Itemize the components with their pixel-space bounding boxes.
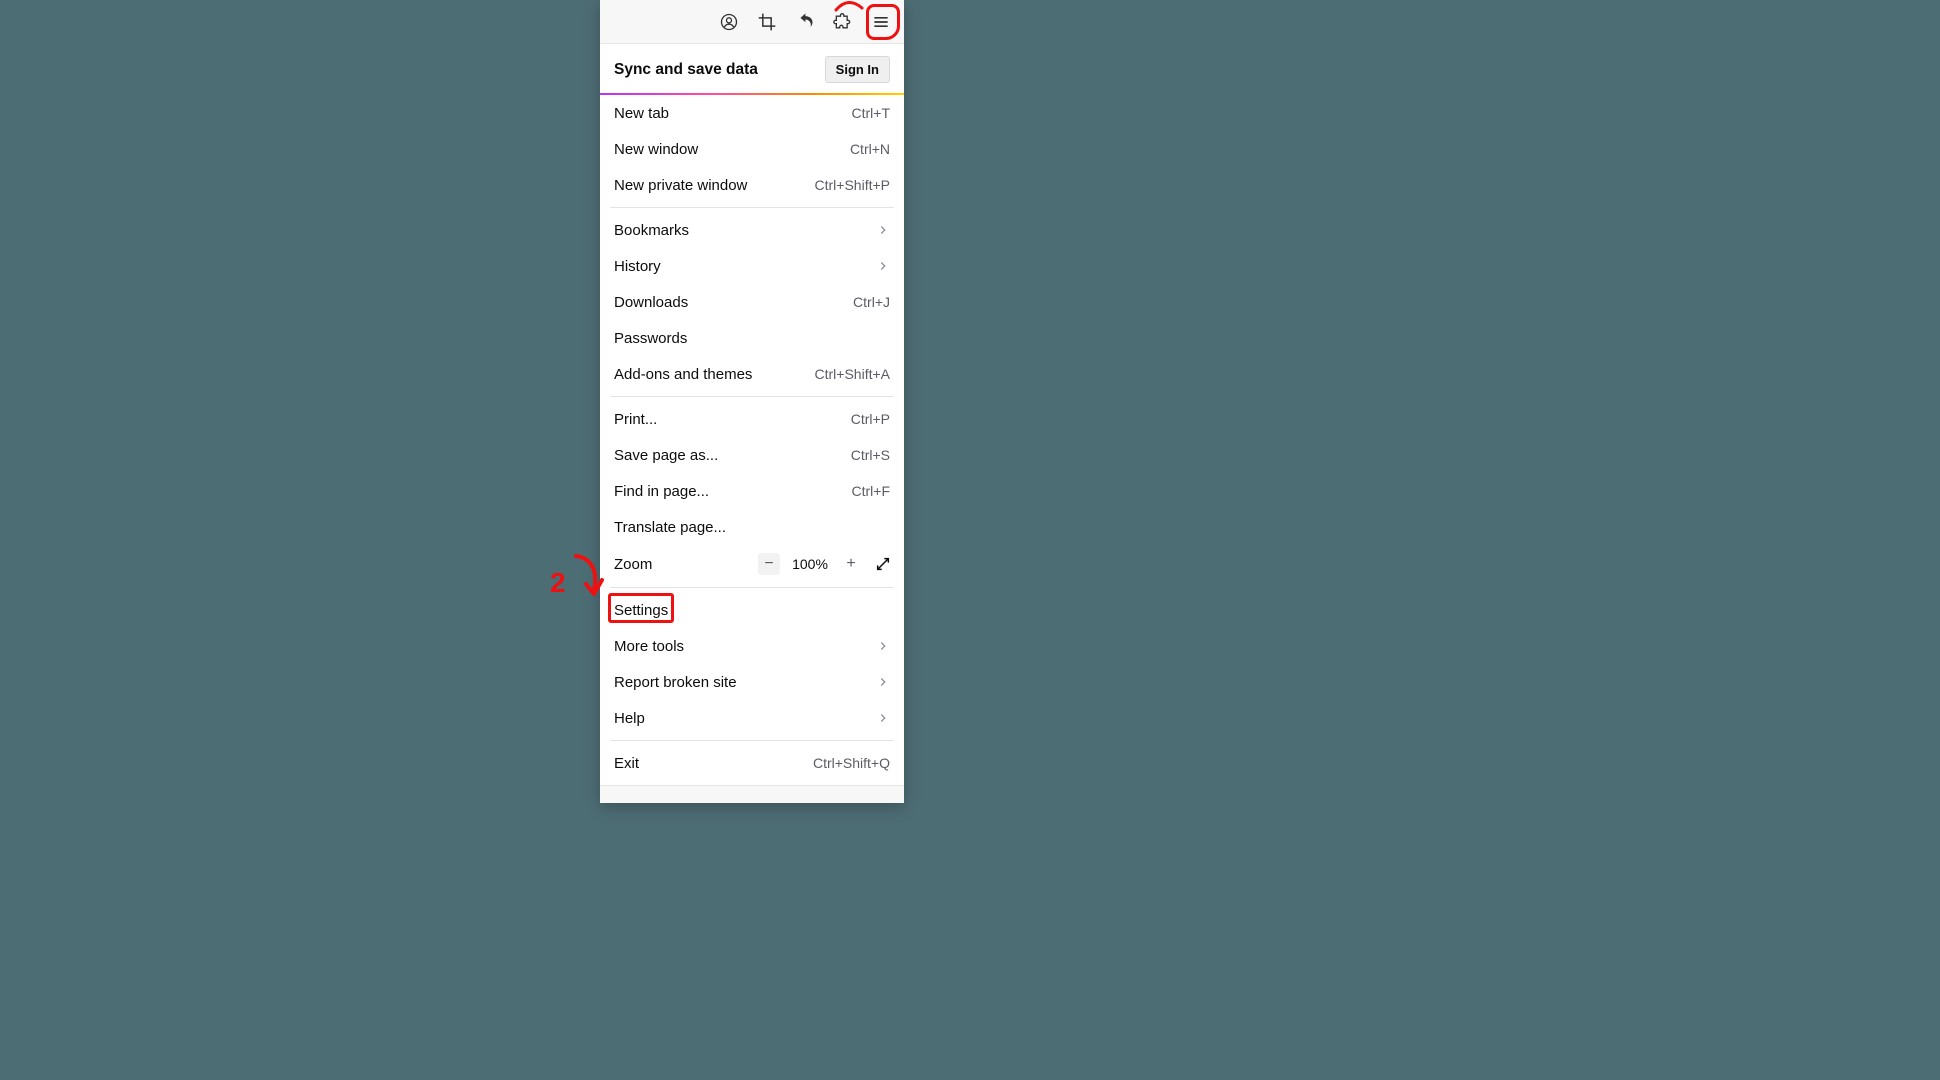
menu-item-shortcut: Ctrl+S [851, 447, 890, 463]
menu-item-downloads[interactable]: Downloads Ctrl+J [600, 284, 904, 320]
menu-item-more-tools[interactable]: More tools [600, 628, 904, 664]
chevron-right-icon [876, 223, 890, 237]
menu-item-shortcut: Ctrl+Shift+A [815, 366, 890, 382]
browser-menu-panel: Sync and save data Sign In New tab Ctrl+… [600, 0, 904, 803]
zoom-out-button[interactable]: − [758, 553, 780, 575]
zoom-label: Zoom [614, 556, 758, 573]
menu-item-label: New window [614, 141, 850, 158]
fullscreen-button[interactable] [872, 553, 894, 575]
menu-item-shortcut: Ctrl+F [852, 483, 891, 499]
chevron-right-icon [876, 259, 890, 273]
menu-item-new-private-window[interactable]: New private window Ctrl+Shift+P [600, 167, 904, 203]
menu-item-shortcut: Ctrl+Shift+Q [813, 755, 890, 771]
panel-footer [600, 785, 904, 803]
menu-item-label: Add-ons and themes [614, 366, 815, 383]
menu-item-help[interactable]: Help [600, 700, 904, 736]
menu-item-shortcut: Ctrl+T [852, 105, 891, 121]
chevron-right-icon [876, 711, 890, 725]
menu-item-label: Exit [614, 755, 813, 772]
menu-item-zoom: Zoom − 100% + [600, 545, 904, 583]
crop-icon[interactable] [756, 11, 778, 33]
chevron-right-icon [876, 639, 890, 653]
account-icon[interactable] [718, 11, 740, 33]
menu-item-label: Passwords [614, 330, 890, 347]
menu-item-save-page-as[interactable]: Save page as... Ctrl+S [600, 437, 904, 473]
separator [610, 396, 894, 397]
menu-item-passwords[interactable]: Passwords [600, 320, 904, 356]
menu-item-translate-page[interactable]: Translate page... [600, 509, 904, 545]
menu-item-label: New private window [614, 177, 815, 194]
menu-item-shortcut: Ctrl+N [850, 141, 890, 157]
menu-item-new-tab[interactable]: New tab Ctrl+T [600, 95, 904, 131]
menu-item-bookmarks[interactable]: Bookmarks [600, 212, 904, 248]
zoom-controls: − 100% + [758, 553, 894, 575]
menu-item-addons[interactable]: Add-ons and themes Ctrl+Shift+A [600, 356, 904, 392]
menu-item-shortcut: Ctrl+Shift+P [815, 177, 890, 193]
toolbar [600, 0, 904, 44]
menu-item-label: Bookmarks [614, 222, 876, 239]
menu-item-history[interactable]: History [600, 248, 904, 284]
hamburger-menu-icon[interactable] [870, 11, 892, 33]
sync-row: Sync and save data Sign In [600, 44, 904, 93]
annotation-step-number: 2 [550, 567, 566, 598]
menu-item-settings[interactable]: Settings [600, 592, 904, 628]
menu-item-label: New tab [614, 105, 852, 122]
menu-item-label: More tools [614, 638, 876, 655]
menu-item-print[interactable]: Print... Ctrl+P [600, 401, 904, 437]
undo-icon[interactable] [794, 11, 816, 33]
separator [610, 207, 894, 208]
menu-item-report-broken-site[interactable]: Report broken site [600, 664, 904, 700]
separator [610, 587, 894, 588]
menu-item-label: Translate page... [614, 519, 890, 536]
annotation-step-2-arrow: 2 [546, 548, 608, 610]
zoom-in-button[interactable]: + [840, 553, 862, 575]
menu-item-new-window[interactable]: New window Ctrl+N [600, 131, 904, 167]
extensions-icon[interactable] [832, 11, 854, 33]
menu-item-label: Help [614, 710, 876, 727]
separator [610, 740, 894, 741]
menu-item-label: Save page as... [614, 447, 851, 464]
menu-item-find-in-page[interactable]: Find in page... Ctrl+F [600, 473, 904, 509]
menu-item-exit[interactable]: Exit Ctrl+Shift+Q [600, 745, 904, 781]
menu-item-shortcut: Ctrl+P [851, 411, 890, 427]
menu-item-label: Print... [614, 411, 851, 428]
sync-title: Sync and save data [614, 61, 758, 79]
menu-item-shortcut: Ctrl+J [853, 294, 890, 310]
menu-item-label: History [614, 258, 876, 275]
menu-item-label: Find in page... [614, 483, 852, 500]
menu-item-label: Report broken site [614, 674, 876, 691]
zoom-value: 100% [790, 556, 830, 572]
sign-in-button[interactable]: Sign In [825, 56, 890, 83]
menu-item-label: Settings [614, 602, 890, 619]
chevron-right-icon [876, 675, 890, 689]
app-menu: Sync and save data Sign In New tab Ctrl+… [600, 44, 904, 803]
menu-item-label: Downloads [614, 294, 853, 311]
